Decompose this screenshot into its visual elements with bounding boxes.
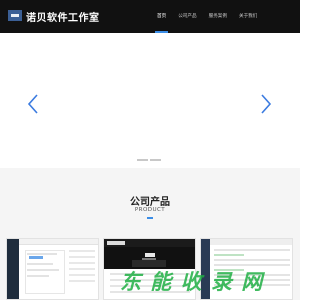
nav-item-about[interactable]: 关于我们 — [233, 0, 263, 33]
carousel-prev-button[interactable] — [26, 93, 40, 115]
thumb-logo — [107, 241, 125, 245]
carousel-pagination — [137, 159, 161, 161]
top-header: 诺贝软件工作室 首页 公司产品 服务案例 关于我们 — [0, 0, 300, 33]
thumb-row — [27, 269, 59, 271]
brand-name[interactable]: 诺贝软件工作室 — [26, 9, 100, 24]
thumb-row — [27, 253, 57, 255]
banner-carousel — [0, 33, 300, 168]
thumb-grid — [69, 250, 95, 294]
thumb-row — [27, 275, 49, 277]
carousel-dot-2[interactable] — [150, 159, 161, 161]
title-underline — [147, 217, 153, 219]
logo-icon[interactable] — [8, 10, 22, 21]
carousel-dot-1[interactable] — [137, 159, 148, 161]
thumb-hero-graphic — [132, 253, 166, 267]
thumb-highlight — [29, 256, 43, 259]
main-nav: 首页 公司产品 服务案例 关于我们 — [151, 0, 263, 33]
nav-item-products[interactable]: 公司产品 — [172, 0, 202, 33]
nav-item-home[interactable]: 首页 — [151, 0, 172, 33]
thumb-topbar — [19, 239, 98, 245]
products-title: 公司产品 — [130, 197, 170, 208]
carousel-next-button[interactable] — [259, 93, 273, 115]
nav-item-cases[interactable]: 服务案例 — [203, 0, 233, 33]
products-subtitle: PRODUCT — [134, 207, 166, 213]
product-card-1[interactable] — [6, 238, 99, 300]
chevron-right-icon — [261, 94, 272, 114]
thumb-sidebar — [7, 239, 19, 299]
chevron-left-icon — [27, 94, 38, 114]
watermark-text: 东 能 收 录 网 — [120, 270, 264, 294]
thumb-topbar — [210, 239, 292, 245]
thumb-row — [27, 263, 53, 265]
